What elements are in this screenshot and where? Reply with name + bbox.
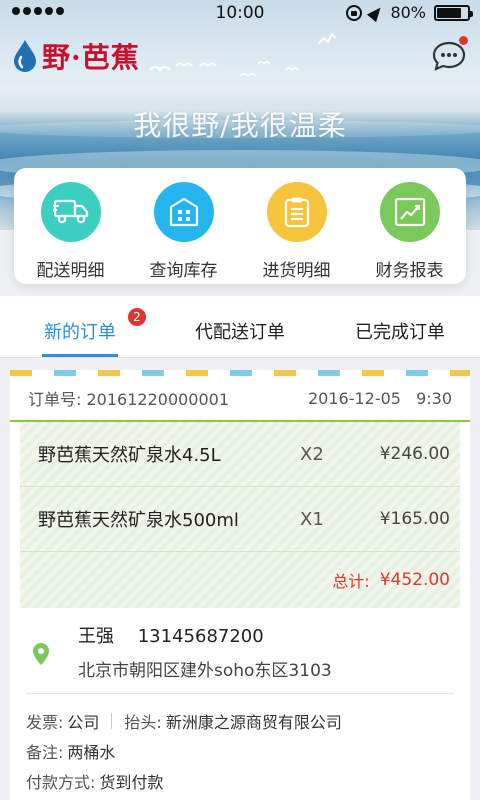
- payment-row: 付款方式: 货到付款: [26, 766, 454, 796]
- payment-label: 付款方式:: [26, 773, 96, 792]
- customer-phone: 13145687200: [137, 626, 264, 647]
- quick-item-purchase-detail[interactable]: 进货明细: [247, 182, 347, 284]
- brand-name: 野·芭蕉: [42, 41, 140, 74]
- invoice-row: 发票: 公司 抬头: 新洲康之源商贸有限公司: [26, 706, 454, 736]
- rotation-lock-icon: [346, 4, 363, 21]
- order-card[interactable]: 订单号: 20161220000001 2016-12-05 9:30 野芭蕉天…: [10, 370, 470, 800]
- chat-bubble-icon: [432, 41, 466, 71]
- payment-method: 货到付款: [99, 773, 164, 792]
- customer-contact: 王强 13145687200 北京市朝阳区建外soho东区3103: [26, 608, 454, 694]
- customer-address: 北京市朝阳区建外soho东区3103: [78, 661, 332, 681]
- order-total: 总计: ¥452.00: [20, 552, 460, 608]
- invoice-type: 公司: [67, 713, 100, 732]
- item-quantity: X1: [300, 508, 324, 530]
- messages-button[interactable]: [432, 36, 468, 72]
- new-order-count-badge: 2: [128, 308, 146, 326]
- quick-item-delivery-detail[interactable]: 配送明细: [21, 182, 121, 284]
- item-quantity: X2: [300, 443, 324, 465]
- item-name: 野芭蕉天然矿泉水500ml: [38, 510, 239, 531]
- total-label: 总计:: [332, 572, 370, 591]
- location-pin-icon: [33, 643, 49, 665]
- invoice-title-label: 抬头:: [124, 713, 162, 732]
- item-name: 野芭蕉天然矿泉水4.5L: [38, 445, 221, 466]
- invoice-label: 发票:: [26, 713, 64, 732]
- tab-new-orders[interactable]: 新的订单 2: [0, 296, 160, 357]
- status-bar: 10:00 80%: [0, 0, 480, 26]
- order-time: 9:30: [416, 388, 452, 408]
- tab-label: 代配送订单: [195, 322, 285, 343]
- quick-menu-card: 配送明细 查询库存 进货明细 财务报表: [14, 168, 466, 284]
- truck-icon: [40, 182, 101, 242]
- quick-item-label: 配送明细: [36, 261, 105, 281]
- warehouse-icon: [153, 182, 214, 242]
- note-row: 备注: 两桶水: [26, 736, 454, 766]
- total-amount: ¥452.00: [379, 570, 450, 590]
- battery-percent: 80%: [390, 3, 426, 22]
- divider: [111, 713, 113, 729]
- order-item-row: 野芭蕉天然矿泉水500ml X1 ¥165.00: [20, 487, 460, 552]
- location-arrow-icon: [367, 3, 386, 22]
- customer-name: 王强: [78, 626, 114, 647]
- quick-item-inventory[interactable]: 查询库存: [134, 182, 234, 284]
- order-items: 野芭蕉天然矿泉水4.5L X2 ¥246.00 野芭蕉天然矿泉水500ml X1…: [20, 422, 460, 608]
- order-tabs: 新的订单 2 代配送订单 已完成订单: [0, 296, 480, 358]
- quick-item-label: 财务报表: [375, 261, 444, 281]
- order-extra-info: 发票: 公司 抬头: 新洲康之源商贸有限公司 备注: 两桶水 付款方式: 货到付…: [26, 694, 454, 796]
- order-header: 订单号: 20161220000001 2016-12-05 9:30: [10, 376, 470, 422]
- note-value: 两桶水: [67, 743, 116, 762]
- order-number-label: 订单号:: [28, 390, 82, 409]
- tab-pending-delivery[interactable]: 代配送订单: [160, 296, 320, 357]
- battery-level: [437, 7, 461, 18]
- battery-icon: [434, 4, 473, 21]
- tab-label: 已完成订单: [355, 322, 445, 343]
- invoice-title: 新洲康之源商贸有限公司: [165, 713, 342, 732]
- chart-icon: [379, 182, 440, 242]
- quick-item-label: 查询库存: [149, 261, 218, 281]
- brand-logo: 野·芭蕉: [12, 36, 140, 76]
- banner-slogan: 我很野/我很温柔: [133, 109, 347, 142]
- water-drop-icon: [14, 40, 36, 72]
- order-date: 2016-12-05: [307, 388, 401, 408]
- order-number: 20161220000001: [86, 390, 230, 409]
- tab-label: 新的订单: [44, 322, 116, 343]
- quick-item-financial-report[interactable]: 财务报表: [360, 182, 460, 284]
- quick-item-label: 进货明细: [262, 261, 331, 281]
- note-label: 备注:: [26, 743, 64, 762]
- clipboard-icon: [266, 182, 327, 242]
- item-price: ¥246.00: [379, 444, 450, 464]
- item-price: ¥165.00: [379, 509, 450, 529]
- tab-completed-orders[interactable]: 已完成订单: [320, 296, 480, 357]
- unread-dot: [459, 36, 468, 45]
- order-item-row: 野芭蕉天然矿泉水4.5L X2 ¥246.00: [20, 422, 460, 487]
